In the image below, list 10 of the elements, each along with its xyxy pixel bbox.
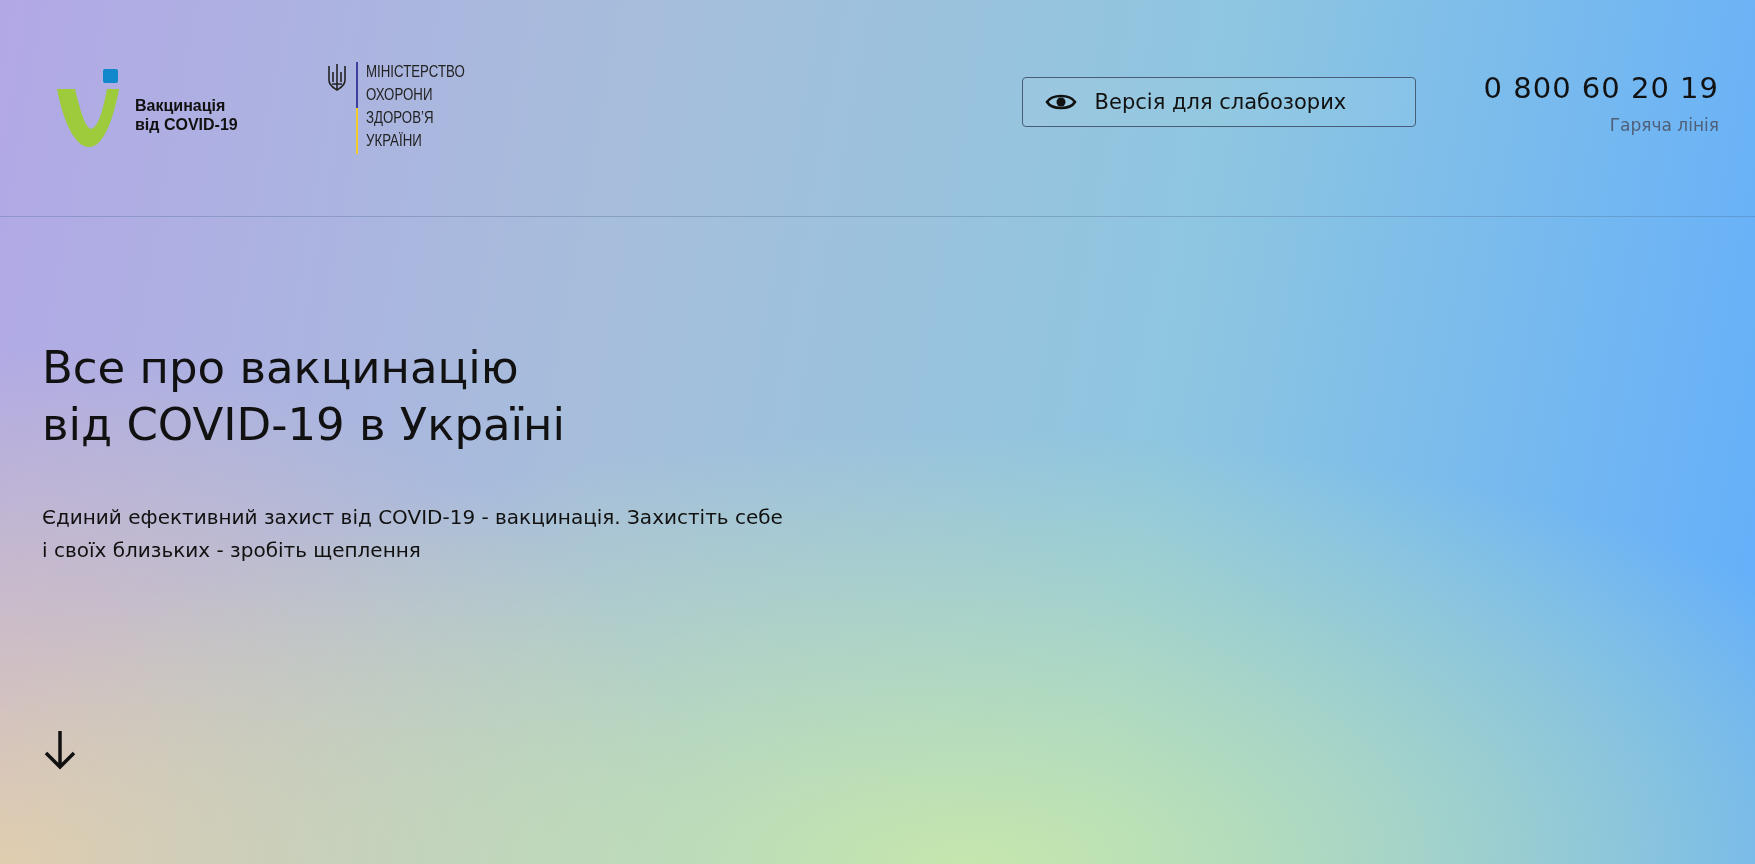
logo-text: Вакцинація від COVID-19	[135, 96, 238, 134]
ministry-name: МІНІСТЕРСТВО ОХОРОНИ ЗДОРОВ’Я УКРАЇНИ	[365, 61, 465, 152]
hero-subtitle: Єдиний ефективний захист від COVID-19 - вакцинація. Захистіть себе і своїх близьких - зробіть щеплення	[42, 504, 784, 564]
down-arrow-icon[interactable]	[42, 729, 78, 771]
hotline-label: Гаряча лінія	[1609, 115, 1719, 135]
trident-icon	[325, 62, 348, 94]
hotline-phone[interactable]: 0 800 60 20 19	[1483, 71, 1719, 105]
hero-title: Все про вакцинацію від COVID-19 в Україні	[42, 340, 566, 453]
accessibility-version-button[interactable]: Версія для слабозорих	[1021, 77, 1416, 127]
eye-icon	[1044, 92, 1077, 112]
